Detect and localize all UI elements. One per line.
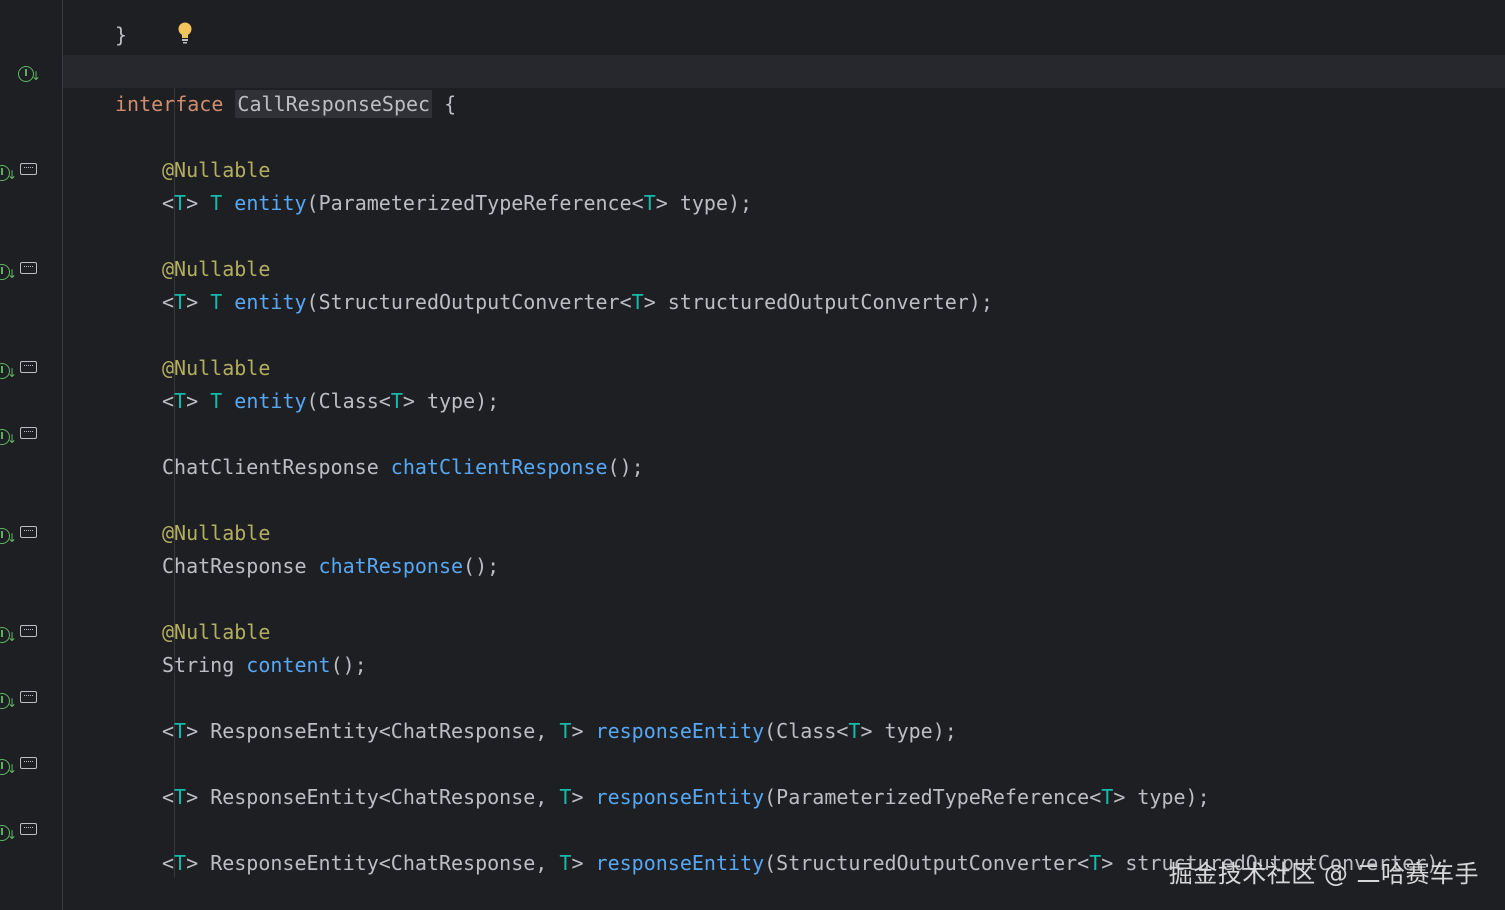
- code-line[interactable]: <T> T entity(StructuredOutputConverter<T…: [63, 253, 1505, 314]
- code-line[interactable]: @Nullable: [63, 484, 1505, 545]
- implemented-method-icon[interactable]: I ↓: [0, 162, 38, 183]
- method-signature-icon: [20, 163, 38, 175]
- implemented-method-icon[interactable]: I ↓: [0, 822, 38, 843]
- method-name: chatClientResponse: [390, 455, 608, 479]
- method-name: entity: [234, 389, 307, 413]
- code-line[interactable]: @Nullable: [63, 220, 1505, 281]
- method-name: responseEntity: [595, 719, 765, 743]
- method-signature-icon: [20, 823, 38, 835]
- implemented-method-icon[interactable]: I ↓: [0, 624, 38, 645]
- code-line[interactable]: ChatResponse chatResponse();: [63, 517, 1505, 578]
- watermark-text: 掘金技术社区 @ 二哈赛车手: [1168, 860, 1479, 888]
- implemented-method-icon[interactable]: I ↓: [0, 525, 38, 546]
- method-signature-icon: [20, 691, 38, 703]
- method-name: entity: [234, 290, 307, 314]
- code-editor[interactable]: } interface CallResponseSpec { @Nullable…: [63, 0, 1505, 910]
- method-name: entity: [234, 191, 307, 215]
- code-line[interactable]: @Nullable: [63, 583, 1505, 644]
- code-line[interactable]: @Nullable: [63, 319, 1505, 380]
- implemented-method-icon[interactable]: I ↓: [0, 690, 38, 711]
- code-line[interactable]: @Nullable: [63, 121, 1505, 182]
- code-line[interactable]: <T> T entity(ParameterizedTypeReference<…: [63, 154, 1505, 215]
- lightbulb-icon[interactable]: [177, 22, 193, 44]
- method-signature-icon: [20, 262, 38, 274]
- code-line[interactable]: ChatClientResponse chatClientResponse();: [63, 418, 1505, 479]
- editor-gutter: I ↓ I ↓ I ↓ I ↓ I ↓ I ↓ I ↓ I ↓ I ↓ I ↓: [0, 0, 63, 910]
- method-name: content: [246, 653, 331, 677]
- code-line[interactable]: <T> ResponseEntity<ChatResponse, T> resp…: [63, 682, 1505, 743]
- interface-name: CallResponseSpec: [235, 90, 433, 118]
- interface-keyword: interface: [115, 92, 224, 116]
- code-line[interactable]: <T> ResponseEntity<ChatResponse, T> resp…: [63, 814, 1505, 875]
- code-line[interactable]: <T> T entity(Class<T> type);: [63, 352, 1505, 413]
- code-line-interface[interactable]: interface CallResponseSpec {: [63, 55, 1505, 118]
- method-name: responseEntity: [595, 851, 765, 875]
- method-signature-icon: [20, 625, 38, 637]
- method-name: chatResponse: [318, 554, 464, 578]
- implemented-method-icon[interactable]: I ↓: [0, 360, 38, 381]
- method-signature-icon: [20, 427, 38, 439]
- method-signature-icon: [20, 361, 38, 373]
- code-line[interactable]: }: [63, 0, 1505, 47]
- method-name: responseEntity: [595, 785, 765, 809]
- implemented-method-icon[interactable]: I ↓: [0, 756, 38, 777]
- implemented-method-icon[interactable]: I ↓: [0, 261, 38, 282]
- implemented-interface-icon[interactable]: I ↓: [18, 63, 41, 84]
- code-line[interactable]: <T> ResponseEntity<ChatResponse, T> resp…: [63, 748, 1505, 809]
- implemented-method-icon[interactable]: I ↓: [0, 426, 38, 447]
- code-line[interactable]: String content();: [63, 616, 1505, 677]
- method-signature-icon: [20, 757, 38, 769]
- method-signature-icon: [20, 526, 38, 538]
